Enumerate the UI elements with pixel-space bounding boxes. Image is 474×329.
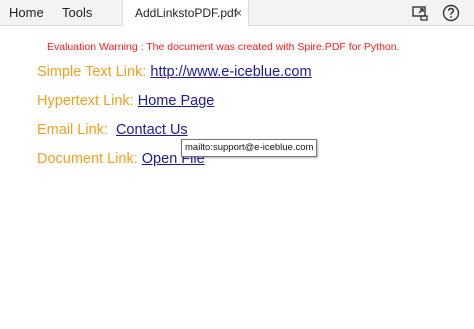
email-link-row: Email Link: Contact Us [37,122,188,138]
share-icon[interactable] [410,3,430,23]
hypertext-link-row: Hypertext Link: Home Page [37,93,214,109]
simple-text-link-label: Simple Text Link: [37,64,151,80]
document-link-row: Document Link: Open File [37,151,205,167]
evaluation-warning: Evaluation Warning : The document was cr… [47,41,400,53]
simple-text-link-row: Simple Text Link: http://www.e-iceblue.c… [37,64,312,80]
pdf-page: Evaluation Warning : The document was cr… [0,26,474,329]
document-tab[interactable]: AddLinkstoPDF.pdf × [122,0,249,26]
email-link-label: Email Link: [37,122,112,138]
close-tab-icon[interactable]: × [235,0,242,26]
document-link-label: Document Link: [37,151,142,167]
menu-tools[interactable]: Tools [62,0,92,26]
toolbar: Home Tools AddLinkstoPDF.pdf × [0,0,474,26]
contact-us-link[interactable]: Contact Us [116,122,188,138]
simple-text-link[interactable]: http://www.e-iceblue.com [150,64,311,80]
help-icon[interactable] [441,3,461,23]
document-tab-title: AddLinkstoPDF.pdf [135,6,238,20]
hypertext-link-label: Hypertext Link: [37,93,138,109]
menu-home[interactable]: Home [9,0,44,26]
home-page-link[interactable]: Home Page [138,93,215,109]
link-tooltip: mailto:support@e-iceblue.com [181,139,318,157]
